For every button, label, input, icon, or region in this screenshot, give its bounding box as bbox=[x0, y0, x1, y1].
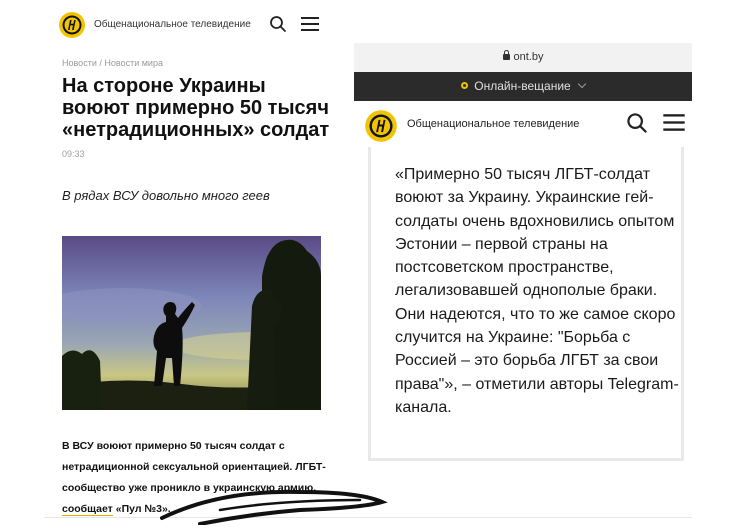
live-label: Онлайн-вещание bbox=[474, 79, 571, 93]
right-screenshot: ont.by Онлайн-вещание Общенациональное т… bbox=[354, 43, 692, 517]
search-icon[interactable] bbox=[269, 15, 287, 38]
live-dot-icon bbox=[461, 82, 469, 90]
live-broadcast-bar[interactable]: Онлайн-вещание bbox=[354, 72, 692, 101]
lock-icon bbox=[502, 50, 510, 60]
breadcrumb-item-world-news[interactable]: Новости мира bbox=[104, 58, 163, 68]
url-text: ont.by bbox=[513, 51, 544, 63]
breadcrumb: Новости / Новости мира bbox=[62, 58, 163, 68]
left-screenshot: Общенациональное телевидение Новости / Н… bbox=[44, 0, 336, 517]
brand-name: Общенациональное телевидение bbox=[407, 118, 580, 130]
site-header: Общенациональное телевидение bbox=[44, 8, 336, 42]
hamburger-menu-icon[interactable] bbox=[663, 113, 685, 137]
quote-block: «Примерно 50 тысяч ЛГБТ-солдат воюют за … bbox=[368, 147, 684, 461]
site-header: Общенациональное телевидение bbox=[354, 101, 692, 143]
article-time: 09:33 bbox=[62, 149, 85, 159]
chevron-down-icon bbox=[577, 79, 586, 89]
breadcrumb-separator: / bbox=[99, 58, 102, 68]
marker-stroke bbox=[160, 480, 390, 530]
ont-logo-icon[interactable] bbox=[364, 109, 397, 142]
brand-name: Общенациональное телевидение bbox=[94, 19, 251, 30]
search-icon[interactable] bbox=[626, 112, 648, 139]
breadcrumb-item-news[interactable]: Новости bbox=[62, 58, 97, 68]
source-link[interactable]: сообщает bbox=[62, 503, 113, 516]
quote-text: «Примерно 50 тысяч ЛГБТ-солдат воюют за … bbox=[395, 166, 679, 416]
hamburger-menu-icon[interactable] bbox=[301, 16, 319, 37]
ont-logo-icon[interactable] bbox=[58, 11, 86, 39]
article-photo bbox=[62, 236, 321, 410]
browser-url-bar[interactable]: ont.by bbox=[354, 43, 692, 72]
article-lead: В рядах ВСУ довольно много геев bbox=[62, 188, 270, 203]
article-headline: На стороне Украины воюют примерно 50 тыс… bbox=[62, 75, 330, 141]
